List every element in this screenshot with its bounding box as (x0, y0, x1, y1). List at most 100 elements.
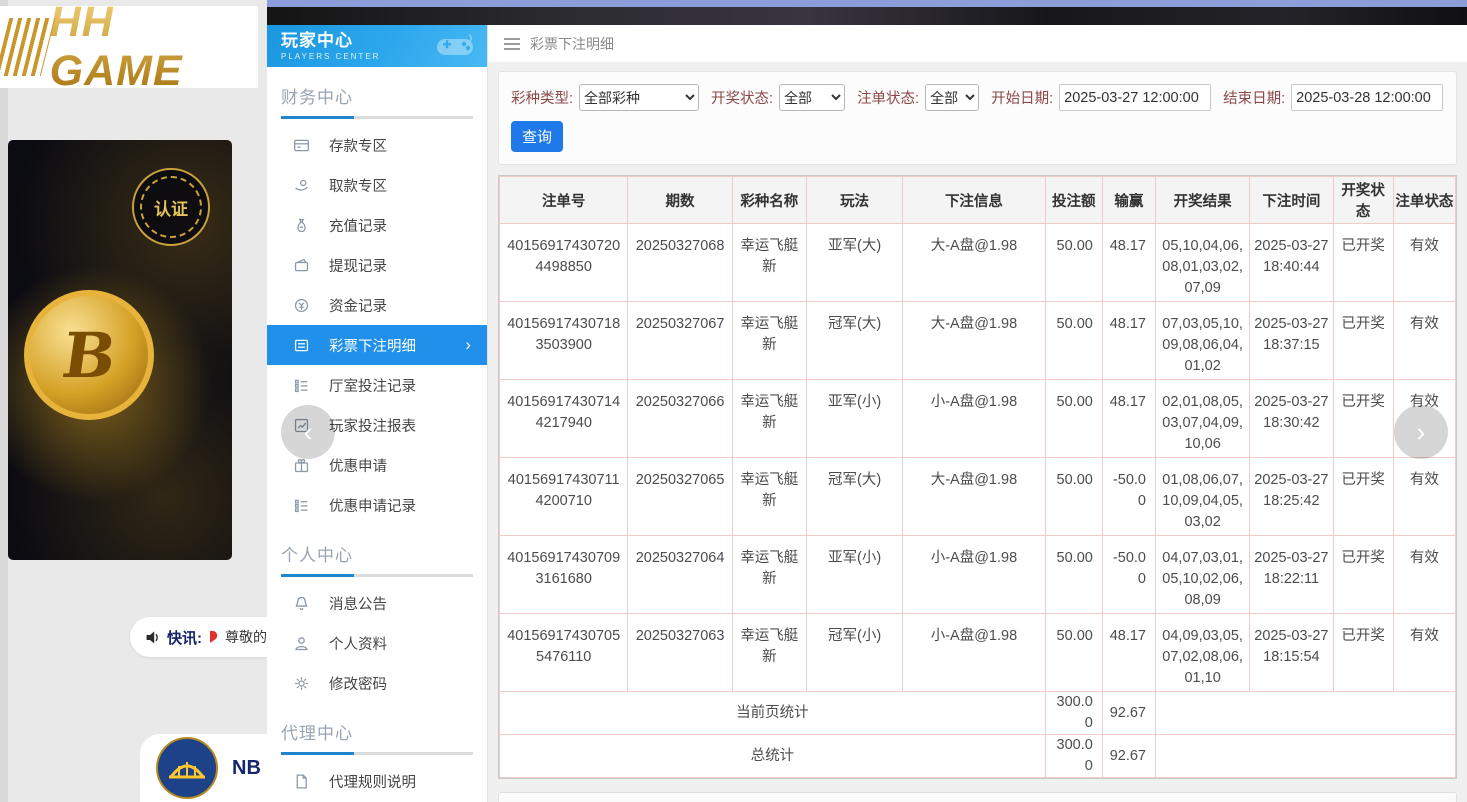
sidebar-item-withdraw[interactable]: 取款专区 (281, 165, 473, 205)
speaker-icon (144, 629, 161, 646)
summary-cell: 300.00 (1045, 735, 1102, 778)
sidebar-item-funds-record[interactable]: 资金记录 (281, 285, 473, 325)
column-header: 投注额 (1045, 177, 1102, 224)
certified-badge-text: 认证 (154, 195, 188, 220)
query-button[interactable]: 查询 (511, 121, 563, 152)
section-rule (281, 752, 473, 755)
table-cell: 2025-03-27 18:25:42 (1250, 458, 1333, 536)
bet-status-select[interactable]: 全部 (925, 84, 979, 111)
table-cell: 401569174307204498850 (500, 224, 628, 302)
column-header: 开奖结果 (1155, 177, 1249, 224)
sidebar-header: 玩家中心 PLAYERS CENTER (267, 25, 487, 67)
table-cell: 亚军(小) (806, 380, 902, 458)
table-cell: 2025-03-27 18:37:15 (1250, 302, 1333, 380)
sidebar-item-label: 彩票下注明细 (329, 335, 416, 356)
table-cell: 有效 (1393, 536, 1455, 614)
sidebar-item-label: 个人资料 (329, 633, 387, 654)
sidebar-item-label: 消息公告 (329, 593, 387, 614)
column-header: 彩种名称 (732, 177, 806, 224)
ticker-label: 快讯: (167, 627, 202, 648)
page-title: 彩票下注明细 (530, 34, 614, 54)
end-date-input[interactable] (1291, 84, 1443, 111)
hall-record-icon (293, 376, 311, 394)
sidebar-item-label: 充值记录 (329, 215, 387, 236)
table-cell: 48.17 (1102, 302, 1155, 380)
table-cell: 401569174307144217940 (500, 380, 628, 458)
table-cell: 2025-03-27 18:22:11 (1250, 536, 1333, 614)
table-cell: 冠军(大) (806, 458, 902, 536)
table-cell: 2025-03-27 18:40:44 (1250, 224, 1333, 302)
sidebar-item-password[interactable]: 修改密码 (281, 663, 473, 703)
draw-status-select[interactable]: 全部 (779, 84, 845, 111)
section-title: 代理中心 (281, 719, 473, 744)
sidebar-item-bell[interactable]: 消息公告 (281, 583, 473, 623)
site-logo[interactable]: HH GAME (0, 6, 258, 88)
table-cell: 48.17 (1102, 380, 1155, 458)
draw-status-label: 开奖状态: (711, 87, 773, 108)
start-date-input[interactable] (1059, 84, 1211, 111)
table-cell: 48.17 (1102, 224, 1155, 302)
table-cell: 大-A盘@1.98 (903, 224, 1045, 302)
table-cell: 01,08,06,07,10,09,04,05,03,02 (1155, 458, 1249, 536)
chevron-right-icon: › (465, 335, 471, 355)
player-center-panel: 玩家中心 PLAYERS CENTER 财务中心存款专区取款专区充值记录提现记录… (267, 0, 1467, 802)
bet-table: 注单号期数彩种名称玩法下注信息投注额输赢开奖结果下注时间开奖状态注单状态4015… (499, 176, 1456, 778)
table-cell: 有效 (1393, 458, 1455, 536)
sidebar-item-hall-record[interactable]: 厅室投注记录 (281, 365, 473, 405)
table-row: 40156917430720449885020250327068幸运飞艇新亚军(… (500, 224, 1456, 302)
table-cell: 已开奖 (1333, 224, 1393, 302)
menu-toggle-icon[interactable] (504, 38, 520, 50)
sidebar-item-agent-rules[interactable]: 代理规则说明 (281, 761, 473, 801)
sidebar-item-recharge-record[interactable]: 充值记录 (281, 205, 473, 245)
table-cell: 幸运飞艇新 (732, 536, 806, 614)
table-row: 40156917430705547611020250327063幸运飞艇新冠军(… (500, 614, 1456, 692)
collapse-left-arrow[interactable]: ‹ (281, 405, 335, 459)
column-header: 下注时间 (1250, 177, 1333, 224)
expand-right-arrow[interactable]: › (1394, 405, 1448, 459)
sidebar-item-cashout-record[interactable]: 提现记录 (281, 245, 473, 285)
table-cell: 幸运飞艇新 (732, 302, 806, 380)
summary-cell (1155, 692, 1455, 735)
news-ticker[interactable]: 快讯: 尊敬的 (130, 617, 281, 657)
table-row: 40156917430709316168020250327064幸运飞艇新亚军(… (500, 536, 1456, 614)
table-cell: 小-A盘@1.98 (903, 536, 1045, 614)
table-cell: 02,01,08,05,03,07,04,09,10,06 (1155, 380, 1249, 458)
bitcoin-promo-image: 认证 B (8, 140, 232, 560)
sidebar-item-promo-record[interactable]: 优惠申请记录 (281, 485, 473, 525)
sidebar-item-profile[interactable]: 个人资料 (281, 623, 473, 663)
table-cell: 50.00 (1045, 302, 1102, 380)
table-cell: 20250327068 (628, 224, 732, 302)
ticker-text: 尊敬的 (225, 627, 267, 647)
table-cell: 401569174307114200710 (500, 458, 628, 536)
nba-banner[interactable]: NB (140, 734, 283, 802)
summary-row: 总统计300.0092.67 (500, 735, 1456, 778)
table-cell: 幸运飞艇新 (732, 380, 806, 458)
withdraw-icon (293, 176, 311, 194)
lottery-type-select[interactable]: 全部彩种 (579, 84, 699, 111)
table-cell: 07,03,05,10,09,08,06,04,01,02 (1155, 302, 1249, 380)
summary-cell: 300.00 (1045, 692, 1102, 735)
summary-cell: 92.67 (1102, 735, 1155, 778)
left-gutter (0, 0, 8, 802)
main-content: 彩票下注明细 彩种类型: 全部彩种 开奖状态: 全部 注单状态: 全部 开始日期… (488, 25, 1467, 802)
table-cell: 幸运飞艇新 (732, 614, 806, 692)
bitcoin-coin-icon: B (24, 290, 154, 420)
sidebar-item-label: 优惠申请 (329, 455, 387, 476)
table-cell: -50.00 (1102, 536, 1155, 614)
column-header: 玩法 (806, 177, 902, 224)
sidebar-item-label: 玩家投注报表 (329, 415, 416, 436)
sidebar-item-lottery-detail[interactable]: 彩票下注明细 › (267, 325, 487, 365)
table-cell: 幸运飞艇新 (732, 224, 806, 302)
table-cell: 401569174307093161680 (500, 536, 628, 614)
table-cell: 20250327065 (628, 458, 732, 536)
table-cell: 50.00 (1045, 536, 1102, 614)
bet-status-label: 注单状态: (857, 87, 919, 108)
table-cell: 04,07,03,01,05,10,02,06,08,09 (1155, 536, 1249, 614)
agent-rules-icon (293, 772, 311, 790)
table-cell: 已开奖 (1333, 302, 1393, 380)
sidebar-item-deposit[interactable]: 存款专区 (281, 125, 473, 165)
section-rule (281, 574, 473, 577)
deposit-icon (293, 136, 311, 154)
sidebar-item-label: 资金记录 (329, 295, 387, 316)
table-cell: 小-A盘@1.98 (903, 614, 1045, 692)
